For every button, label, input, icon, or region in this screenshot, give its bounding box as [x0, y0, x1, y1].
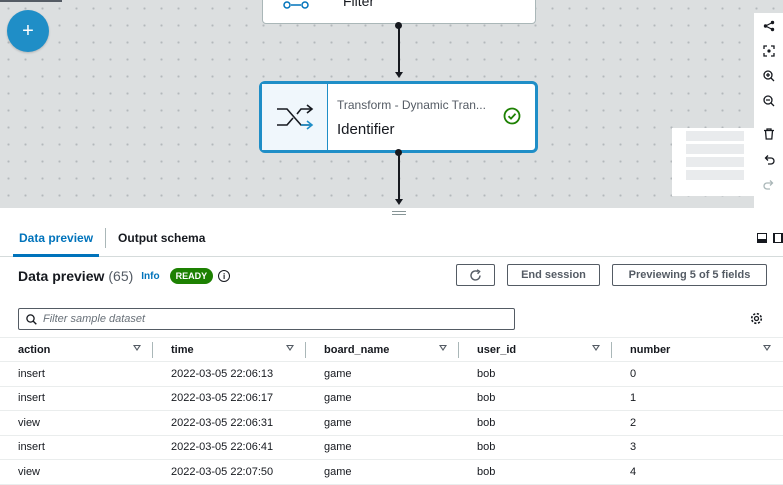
column-header[interactable]: board_name [306, 337, 459, 362]
minimap[interactable] [672, 128, 754, 196]
diagram-canvas[interactable]: + Filter Transform - Dynamic Tran... Ide… [0, 0, 783, 208]
edge-filter-to-transform [398, 25, 400, 73]
tab-data-preview[interactable]: Data preview [7, 220, 105, 257]
panel-tabs: Data preview Output schema [0, 220, 783, 257]
minimap-bar [686, 144, 744, 154]
row-count: (65) [108, 268, 134, 284]
sort-icon[interactable] [133, 345, 141, 351]
table-cell: 2022-03-05 22:06:17 [153, 386, 306, 411]
column-header-label: user_id [477, 343, 517, 356]
table-cell: bob [459, 435, 612, 460]
table-row: insert 2022-03-05 22:06:41 game bob 3 [0, 435, 783, 460]
table-cell: bob [459, 410, 612, 436]
column-header[interactable]: number [612, 337, 783, 362]
share-icon[interactable] [754, 13, 783, 38]
undo-icon[interactable] [754, 146, 783, 171]
end-session-button[interactable]: End session [507, 264, 600, 286]
previewing-fields-button[interactable]: Previewing 5 of 5 fields [612, 264, 767, 286]
table-cell: game [306, 386, 459, 411]
refresh-button[interactable] [456, 264, 495, 286]
edge-transform-out [398, 152, 400, 200]
sort-icon[interactable] [592, 345, 600, 351]
column-header-label: number [630, 343, 671, 356]
info-link[interactable]: Info [141, 271, 159, 282]
table-cell: insert [0, 435, 153, 460]
table-cell: bob [459, 459, 612, 485]
sort-icon[interactable] [286, 345, 294, 351]
table-row: view 2022-03-05 22:06:31 game bob 2 [0, 410, 783, 436]
sort-icon[interactable] [439, 345, 447, 351]
column-header[interactable]: user_id [459, 337, 612, 362]
delete-icon[interactable] [754, 121, 783, 146]
layout-maximize-icon[interactable] [773, 233, 783, 243]
filter-sample-input[interactable] [43, 313, 503, 325]
info-circle-icon[interactable]: i [218, 270, 231, 282]
transform-node[interactable]: Transform - Dynamic Tran... Identifier [259, 81, 538, 153]
table-cell: view [0, 459, 153, 485]
bottom-panel: Data preview Output schema Data preview … [0, 220, 783, 485]
table-header-row: action time board_name user_id number [0, 337, 783, 362]
zoom-out-icon[interactable] [754, 88, 783, 113]
minimap-bar [686, 157, 744, 167]
filter-node[interactable]: Filter [262, 0, 536, 24]
fit-view-icon[interactable] [754, 38, 783, 63]
search-icon [26, 313, 37, 325]
edge-arrowhead [395, 72, 403, 78]
filter-icon [263, 0, 329, 9]
top-strip [0, 0, 62, 2]
plus-icon: + [22, 19, 34, 42]
table-row: view 2022-03-05 22:07:50 game bob 4 [0, 459, 783, 485]
table-cell: view [0, 410, 153, 436]
table-row: insert 2022-03-05 22:06:13 game bob 0 [0, 361, 783, 387]
column-header[interactable]: action [0, 337, 153, 362]
redo-icon [754, 171, 783, 196]
column-header[interactable]: time [153, 337, 306, 362]
add-node-button[interactable]: + [7, 10, 49, 52]
table-row: insert 2022-03-05 22:06:17 game bob 1 [0, 386, 783, 411]
minimap-bar [686, 170, 744, 180]
table-cell: 3 [612, 435, 783, 460]
shuffle-icon [276, 104, 313, 130]
table-cell: game [306, 459, 459, 485]
table-cell: game [306, 361, 459, 387]
panel-resize-handle[interactable] [392, 211, 406, 217]
table-cell: 2 [612, 410, 783, 436]
layout-split-icon[interactable] [757, 233, 767, 243]
data-preview-table: action time board_name user_id number in… [0, 337, 783, 485]
sort-icon[interactable] [763, 345, 771, 351]
table-cell: 2022-03-05 22:06:13 [153, 361, 306, 387]
check-circle-icon [503, 107, 521, 130]
tab-output-schema[interactable]: Output schema [106, 220, 217, 256]
gear-icon[interactable] [750, 312, 763, 330]
table-cell: 4 [612, 459, 783, 485]
zoom-in-icon[interactable] [754, 63, 783, 88]
status-badge: READY [169, 268, 214, 284]
column-header-label: action [18, 343, 51, 356]
column-header-label: board_name [324, 343, 390, 356]
minimap-bar [686, 131, 744, 141]
table-cell: game [306, 435, 459, 460]
table-cell: 0 [612, 361, 783, 387]
table-cell: 2022-03-05 22:07:50 [153, 459, 306, 485]
table-cell: bob [459, 386, 612, 411]
table-cell: 1 [612, 386, 783, 411]
table-cell: insert [0, 386, 153, 411]
table-cell: bob [459, 361, 612, 387]
canvas-toolbar [754, 13, 783, 208]
refresh-icon [470, 268, 481, 281]
table-cell: 2022-03-05 22:06:31 [153, 410, 306, 436]
filter-node-label: Filter [343, 0, 375, 9]
filter-search-box [18, 308, 515, 330]
edge-arrowhead-2 [395, 199, 403, 205]
table-cell: insert [0, 361, 153, 387]
table-cell: game [306, 410, 459, 436]
column-header-label: time [171, 343, 194, 356]
table-cell: 2022-03-05 22:06:41 [153, 435, 306, 460]
transform-node-icon-area [262, 84, 328, 150]
panel-layout-controls [757, 233, 783, 243]
data-preview-title: Data preview [18, 268, 105, 284]
